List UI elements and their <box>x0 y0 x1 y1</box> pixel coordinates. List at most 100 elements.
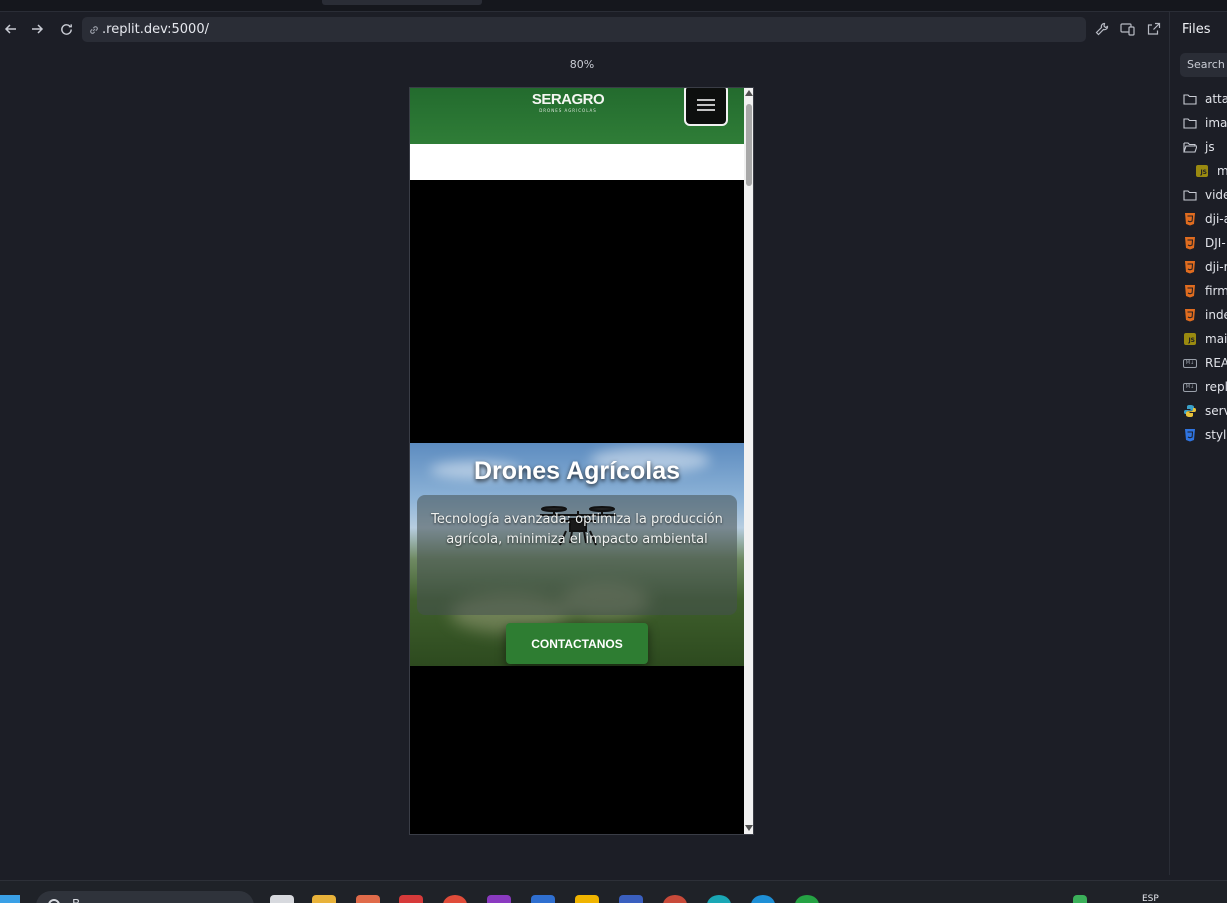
external-link-icon[interactable] <box>1145 20 1163 38</box>
file-tree-item[interactable]: DJI- <box>1183 233 1226 253</box>
chrome-icon[interactable] <box>443 895 467 903</box>
scroll-up-arrow-icon[interactable] <box>745 90 753 96</box>
file-tree-item-label: serv <box>1205 404 1227 418</box>
css-file-icon <box>1183 428 1197 442</box>
black-section <box>410 666 744 834</box>
js-file-icon: JS <box>1195 164 1209 178</box>
app-icon-tool[interactable] <box>356 895 380 903</box>
hamburger-icon <box>697 99 715 111</box>
taskbar-search-text: B <box>72 897 80 903</box>
app-icon-teal[interactable] <box>707 895 731 903</box>
files-panel: Files Search atta ima js JS ma vide dji-a DJI-d… <box>1171 12 1227 875</box>
hero-section: Drones Agrícolas Tecnología avanzada: op… <box>410 443 744 666</box>
forward-arrow-icon[interactable] <box>28 20 46 38</box>
video-area <box>410 180 744 443</box>
os-taskbar: B ESP <box>0 880 1227 903</box>
file-tree-item-label: repl <box>1205 380 1227 394</box>
file-tree-item-label: dji-a <box>1205 212 1227 226</box>
file-tree-item[interactable]: serv <box>1183 401 1227 421</box>
file-tree-item[interactable]: js <box>1183 137 1215 157</box>
file-tree-item-label: DJI- <box>1205 236 1226 250</box>
html-file-icon <box>1183 308 1197 322</box>
md-file-icon: M↓ <box>1183 356 1197 370</box>
device-preview: SERAGRO DRONES AGRICOLAS Drones Agrícola… <box>409 87 754 835</box>
js-file-icon: JS <box>1183 332 1197 346</box>
file-tree-item-label: REA <box>1205 356 1227 370</box>
contact-button[interactable]: CONTACTANOS <box>506 623 648 664</box>
file-tree-item-label: inde <box>1205 308 1227 322</box>
file-tree-item-label: ma <box>1217 164 1227 178</box>
site-header: SERAGRO DRONES AGRICOLAS <box>410 88 744 144</box>
file-tree-item-label: mai <box>1205 332 1227 346</box>
preview-scrollbar[interactable] <box>744 88 753 834</box>
file-tree-item[interactable]: M↓ REA <box>1183 353 1227 373</box>
scroll-down-arrow-icon[interactable] <box>745 825 753 831</box>
app-icon-calendar[interactable] <box>531 895 555 903</box>
folder-icon <box>1183 116 1197 130</box>
file-tree-item-label: js <box>1205 140 1215 154</box>
file-tree-item-label: styl <box>1205 428 1227 442</box>
folder-icon <box>1183 92 1197 106</box>
white-band <box>410 144 744 180</box>
html-file-icon <box>1183 236 1197 250</box>
whatsapp-icon[interactable] <box>795 895 819 903</box>
app-icon-notes[interactable] <box>270 895 294 903</box>
file-tree-item[interactable]: atta <box>1183 89 1227 109</box>
windows-start-icon[interactable] <box>0 895 20 903</box>
file-tree-item-label: dji-r <box>1205 260 1227 274</box>
html-file-icon <box>1183 284 1197 298</box>
md-file-icon: M↓ <box>1183 380 1197 394</box>
site-logo[interactable]: SERAGRO DRONES AGRICOLAS <box>528 92 608 118</box>
file-tree-item[interactable]: dji-r <box>1183 257 1227 277</box>
folder-icon <box>1183 140 1197 154</box>
browser-icon-active[interactable] <box>663 895 687 903</box>
file-tree-item[interactable]: styl <box>1183 425 1226 445</box>
file-tree-item[interactable]: firm <box>1183 281 1227 301</box>
address-field[interactable]: .replit.dev:5000/ <box>82 17 1086 42</box>
py-file-icon <box>1183 404 1197 418</box>
file-tree-item-label: ima <box>1205 116 1227 130</box>
app-icon-yellow[interactable] <box>575 895 599 903</box>
file-tree-item[interactable]: M↓ repl <box>1183 377 1227 397</box>
file-tree-item-label: atta <box>1205 92 1227 106</box>
logo-subtitle: DRONES AGRICOLAS <box>539 108 597 113</box>
reload-icon[interactable] <box>57 20 75 38</box>
tab-indicator[interactable] <box>322 0 482 5</box>
file-tree-item[interactable]: inde <box>1183 305 1227 325</box>
file-tree-item[interactable]: ima <box>1183 113 1227 133</box>
scroll-thumb[interactable] <box>746 104 752 186</box>
folder-icon[interactable] <box>312 895 336 903</box>
edge-icon[interactable] <box>751 895 775 903</box>
files-title: Files <box>1182 22 1211 37</box>
app-icon-purple[interactable] <box>487 895 511 903</box>
html-file-icon <box>1183 260 1197 274</box>
hero-title: Drones Agrícolas <box>473 457 681 485</box>
url-text: .replit.dev:5000/ <box>102 22 209 37</box>
hero-description: Tecnología avanzada: optimiza la producc… <box>431 512 723 547</box>
file-tree-item[interactable]: vide <box>1183 185 1227 205</box>
devices-icon[interactable] <box>1119 20 1137 38</box>
zoom-level: 80% <box>569 58 595 71</box>
app-icon-blue[interactable] <box>619 895 643 903</box>
file-tree-item[interactable]: dji-a <box>1183 209 1227 229</box>
language-indicator[interactable]: ESP <box>1142 894 1159 903</box>
window-top-strip <box>0 0 1227 12</box>
html-file-icon <box>1183 212 1197 226</box>
back-arrow-icon[interactable] <box>2 20 20 38</box>
file-tree-item-label: vide <box>1205 188 1227 202</box>
link-icon <box>90 25 98 34</box>
logo-text: SERAGRO <box>531 91 605 108</box>
file-tree-item-label: firm <box>1205 284 1227 298</box>
file-tree-item[interactable]: JS ma <box>1195 161 1227 181</box>
folder-icon <box>1183 188 1197 202</box>
url-bar: .replit.dev:5000/ <box>0 12 1170 46</box>
hamburger-menu-button[interactable] <box>684 88 728 126</box>
taskbar-search[interactable]: B <box>36 891 254 903</box>
search-icon <box>48 899 60 903</box>
webview-pane: .replit.dev:5000/ 80% SERAGRO DRONES AGR… <box>0 12 1170 875</box>
tray-icon[interactable] <box>1073 895 1087 903</box>
files-search-input[interactable]: Search <box>1180 53 1227 77</box>
wrench-icon[interactable] <box>1093 20 1111 38</box>
app-icon-red[interactable] <box>399 895 423 903</box>
file-tree-item[interactable]: JS mai <box>1183 329 1227 349</box>
